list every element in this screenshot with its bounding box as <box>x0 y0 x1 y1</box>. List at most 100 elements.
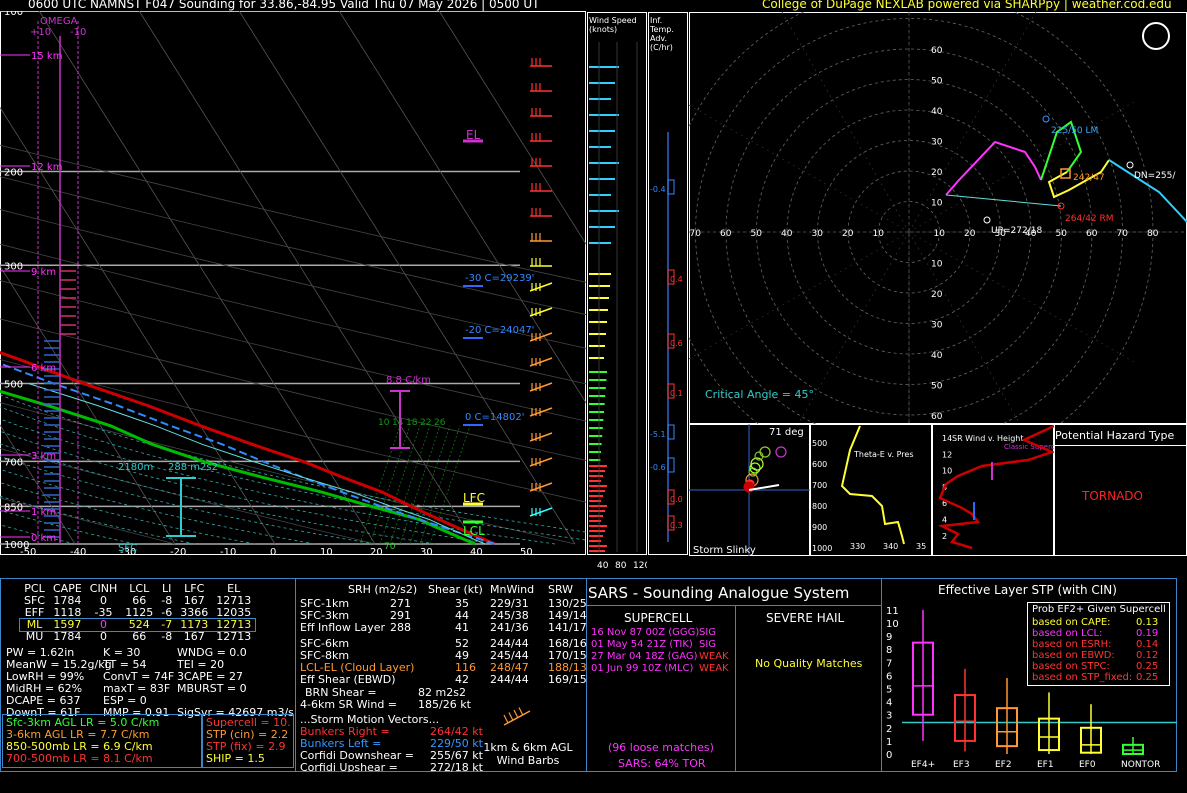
index-value: MBURST = 0 <box>177 682 247 695</box>
sars-match-tag: WEAK <box>699 651 729 662</box>
theta-e-chart: 500 600 700 800 900 1000 330 340 35 Theta-E v. Pr… <box>812 425 926 553</box>
hodo-x-label: 30 <box>812 229 824 239</box>
stp-y-label: 0 <box>886 750 892 761</box>
thetae-x-label: 35 <box>916 542 926 551</box>
adv-value: 0.3 <box>670 521 683 530</box>
stp-y-label: 6 <box>886 671 892 682</box>
temperature-tick-label: -20 <box>170 547 186 555</box>
hodo-spoke <box>689 231 910 360</box>
slinky-title: Storm Slinky <box>693 545 756 556</box>
parcel-cell: 167 <box>183 630 205 643</box>
parcel-cell: MU <box>25 630 44 643</box>
moist-adiabat <box>0 394 586 533</box>
parcel-cell: 0 <box>100 630 108 643</box>
height-label: 15 km <box>31 51 62 62</box>
barb-shaft <box>529 357 553 367</box>
barb-shaft <box>529 432 553 442</box>
moist-adiabat <box>0 468 316 545</box>
slinky-ring <box>759 446 771 458</box>
windspeed-tick: 120 <box>633 561 647 571</box>
sr-wind-chart: 1412108642SR Wind v. HeightClassic Super… <box>937 424 1054 550</box>
hodo-ring-label: 30 <box>931 321 943 331</box>
temperature-tick-label: 10 <box>320 547 333 555</box>
parcel-cell: 66 <box>132 630 147 643</box>
hodo-spoke <box>908 231 1021 424</box>
sars-divider-v <box>735 605 736 772</box>
hodo-x-label: 70 <box>1117 229 1129 239</box>
hodo-ring-label: 60 <box>931 412 943 422</box>
parcel-cell: 12713 <box>216 630 252 643</box>
hodograph: 10 10 20 20 30 30 40 40 50 50 60 60 80 70 60 50 40 30 20 10… <box>689 12 1187 424</box>
stp-y-label: 4 <box>886 698 892 709</box>
hodo-x-label: 80 <box>1147 229 1159 239</box>
kinematics-header: MnWind <box>490 583 535 596</box>
barbs-label: 1km & 6km AGL Wind Barbs <box>483 741 573 767</box>
wind-barbs-icon <box>503 707 531 726</box>
srwind-y-label: 2 <box>942 532 947 541</box>
thetae-y-label: 700 <box>812 481 827 490</box>
sars-match-tag: SIG <box>699 639 717 650</box>
height-label: 3 km <box>31 451 56 462</box>
sars-loose: (96 loose matches) <box>608 741 714 754</box>
adv-bar <box>667 424 675 440</box>
wind-barb <box>530 158 552 167</box>
adv-bar <box>667 179 675 195</box>
hodo-inflow-line <box>945 194 1062 207</box>
credit-text: College of DuPage NEXLAB powered via SHA… <box>762 0 1172 11</box>
thetae-x-label: 330 <box>850 542 865 551</box>
kinematics-header: SRW <box>548 583 574 596</box>
srwind-y-label: 12 <box>942 450 952 459</box>
hodo-x-label: 70 <box>690 229 702 239</box>
stp-title: Effective Layer STP (with CIN) <box>938 583 1117 597</box>
parcel-cell: 1784 <box>53 630 82 643</box>
barb-shaft <box>529 307 553 317</box>
adv-value: -0.4 <box>650 185 666 194</box>
sars-match-tag: SIG <box>699 627 717 638</box>
adv-value: -5.1 <box>650 430 666 439</box>
hodo-ring-label: 10 <box>931 199 943 209</box>
sars-title: SARS - Sounding Analogue System <box>588 584 850 602</box>
page-title: 0600 UTC NAMNST F047 Sounding for 33.86,… <box>28 0 540 11</box>
stp-category: EF1 <box>1037 760 1054 770</box>
wetbulb-label: 22 <box>420 418 431 428</box>
mixing-ratio-line <box>369 425 411 545</box>
hodo-trace-top <box>1108 159 1187 223</box>
wind-barb <box>529 507 553 517</box>
composite-index: SHIP = 1.5 <box>206 752 265 765</box>
wetbulb-label: 10 <box>378 418 390 428</box>
kinematics-srw: 141/17 <box>548 621 587 634</box>
sars-match-tag: WEAK <box>699 663 729 674</box>
lfc-label: LFC <box>463 491 485 505</box>
mixing-ratio-line <box>389 425 431 545</box>
kinematics-mnwind: 244/44 <box>490 673 529 686</box>
wetbulb-label: 26 <box>434 418 446 428</box>
thetae-y-label: 1000 <box>812 544 832 553</box>
wind-barb <box>529 357 553 367</box>
omega-tick: +10 <box>30 27 51 38</box>
thetae-y-label: 800 <box>812 502 827 511</box>
srwind-y-label: 10 <box>942 467 952 476</box>
temperature-tick-label: 20 <box>370 547 383 555</box>
hodo-lm-marker <box>1042 115 1050 123</box>
critical-angle: Critical Angle = 45° <box>705 388 814 401</box>
el-label: EL <box>466 128 481 142</box>
srwind-title: SR Wind v. Height <box>952 434 1023 443</box>
temperature-tick-label: 30 <box>420 547 433 555</box>
wind-barb <box>530 133 552 142</box>
stp-category: EF4+ <box>911 760 935 770</box>
prob-value: 0.25 <box>1136 672 1159 683</box>
hodo-x-label: 10 <box>873 229 885 239</box>
hodo-spoke <box>781 12 910 233</box>
pressure-label: 700 <box>4 457 23 468</box>
theta-label: 70 <box>384 542 396 552</box>
adv-value: 0.4 <box>670 275 683 284</box>
height-label: 6 km <box>31 363 56 374</box>
barb-shaft <box>529 382 553 392</box>
hodo-ring-label: 40 <box>931 351 943 361</box>
hodo-up-marker <box>983 216 991 224</box>
srwind-y-label: 4 <box>942 516 947 525</box>
pressure-label: 500 <box>4 380 23 391</box>
slinky-ring <box>775 446 787 458</box>
wind-barb <box>529 432 553 442</box>
barb-flag <box>513 709 519 719</box>
